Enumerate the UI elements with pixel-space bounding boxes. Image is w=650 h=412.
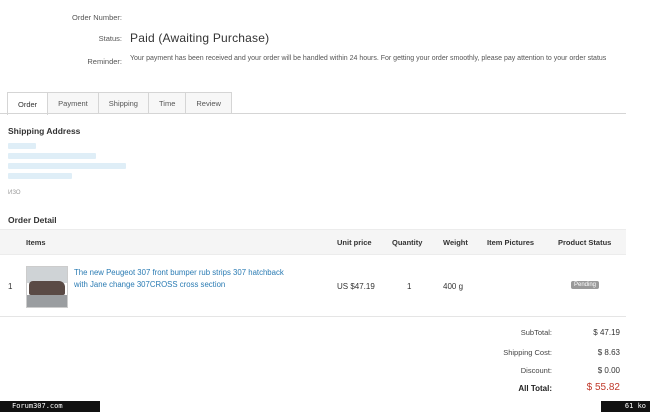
subtotal-value: $ 47.19 xyxy=(593,328,620,337)
unit-price: US $47.19 xyxy=(337,282,375,291)
column-unit-price: Unit price xyxy=(337,238,372,247)
reminder-value: Your payment has been received and your … xyxy=(130,55,607,62)
shipping-cost-label: Shipping Cost: xyxy=(503,348,552,357)
tab-time[interactable]: Time xyxy=(147,92,187,114)
shipping-address-line xyxy=(8,173,72,179)
tab-payment[interactable]: Payment xyxy=(47,92,99,114)
all-total-value: $ 55.82 xyxy=(586,382,620,393)
tab-review[interactable]: Review xyxy=(185,92,232,114)
thumbnail-car xyxy=(29,281,65,295)
status-value: Paid (Awaiting Purchase) xyxy=(130,31,270,45)
subtotal-label: SubTotal: xyxy=(520,328,552,337)
weight: 400 g xyxy=(443,282,464,291)
shipping-country-text: ИЗО xyxy=(8,190,21,196)
product-name-link[interactable]: The new Peugeot 307 front bumper rub str… xyxy=(74,267,289,291)
tabs-divider xyxy=(0,113,626,114)
tab-order[interactable]: Order xyxy=(7,92,49,115)
file-size-label: 61 ko xyxy=(601,401,650,412)
shipping-address-line xyxy=(8,153,96,159)
shipping-address-line xyxy=(8,143,36,149)
quantity: 1 xyxy=(407,282,412,291)
order-tabs: Order Payment Shipping Time Review xyxy=(7,92,232,115)
discount-label: Discount: xyxy=(520,366,552,375)
shipping-address-line xyxy=(8,163,126,169)
product-thumbnail[interactable] xyxy=(26,266,68,308)
column-items: Items xyxy=(26,238,46,247)
order-number-row: Order Number: xyxy=(0,13,650,22)
discount-value: $ 0.00 xyxy=(597,366,620,375)
order-detail-title: Order Detail xyxy=(8,215,57,225)
row-divider xyxy=(0,316,626,317)
site-watermark: Forum307.com xyxy=(0,401,100,412)
column-weight: Weight xyxy=(443,238,468,247)
order-number-label: Order Number: xyxy=(71,13,122,22)
status-row: Status: Paid (Awaiting Purchase) xyxy=(0,31,650,45)
column-product-status: Product Status xyxy=(558,238,612,247)
column-item-pictures: Item Pictures xyxy=(487,238,535,247)
status-label: Status: xyxy=(98,34,122,43)
column-quantity: Quantity xyxy=(392,238,423,247)
all-total-label: All Total: xyxy=(518,384,552,393)
thumbnail-ground xyxy=(27,295,67,307)
order-table-header: Items Unit price Quantity Weight Item Pi… xyxy=(0,229,626,255)
status-badge: Pending xyxy=(571,281,600,289)
row-index: 1 xyxy=(8,282,13,291)
reminder-row: Reminder: Your payment has been received… xyxy=(0,54,650,66)
reminder-label: Reminder: xyxy=(87,57,122,66)
shipping-cost-value: $ 8.63 xyxy=(597,348,620,357)
tab-shipping[interactable]: Shipping xyxy=(97,92,149,114)
shipping-address-title: Shipping Address xyxy=(8,126,81,136)
